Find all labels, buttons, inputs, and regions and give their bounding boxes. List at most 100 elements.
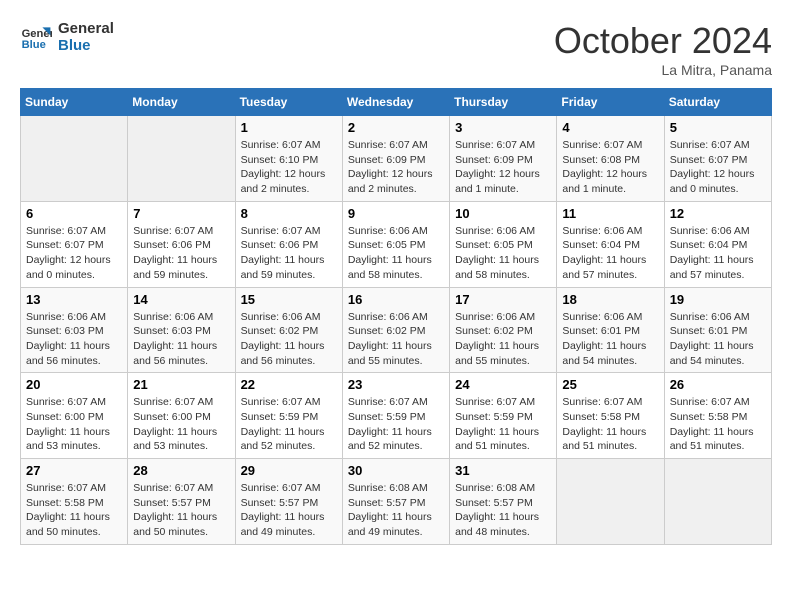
day-detail: Sunrise: 6:07 AMSunset: 6:08 PMDaylight:… xyxy=(562,138,658,197)
calendar-cell: 25 Sunrise: 6:07 AMSunset: 5:58 PMDayligh… xyxy=(557,373,664,459)
day-detail: Sunrise: 6:07 AMSunset: 5:59 PMDaylight:… xyxy=(348,395,444,454)
page-header: General Blue General Blue October 2024 L… xyxy=(20,20,772,78)
calendar-cell: 10 Sunrise: 6:06 AMSunset: 6:05 PMDayligh… xyxy=(450,201,557,287)
day-number: 12 xyxy=(670,206,766,221)
day-detail: Sunrise: 6:07 AMSunset: 5:58 PMDaylight:… xyxy=(26,481,122,540)
day-detail: Sunrise: 6:07 AMSunset: 5:58 PMDaylight:… xyxy=(562,395,658,454)
logo: General Blue General Blue xyxy=(20,20,114,54)
day-number: 28 xyxy=(133,463,229,478)
calendar-cell: 17 Sunrise: 6:06 AMSunset: 6:02 PMDayligh… xyxy=(450,287,557,373)
calendar-cell: 21 Sunrise: 6:07 AMSunset: 6:00 PMDayligh… xyxy=(128,373,235,459)
day-detail: Sunrise: 6:07 AMSunset: 5:59 PMDaylight:… xyxy=(241,395,337,454)
calendar-cell: 18 Sunrise: 6:06 AMSunset: 6:01 PMDayligh… xyxy=(557,287,664,373)
day-detail: Sunrise: 6:07 AMSunset: 6:10 PMDaylight:… xyxy=(241,138,337,197)
calendar-cell: 9 Sunrise: 6:06 AMSunset: 6:05 PMDaylight… xyxy=(342,201,449,287)
calendar-cell xyxy=(557,459,664,545)
day-detail: Sunrise: 6:06 AMSunset: 6:05 PMDaylight:… xyxy=(455,224,551,283)
calendar-cell: 15Sunrise: 6:06 AMSunset: 6:02 PMDayligh… xyxy=(235,287,342,373)
day-detail: Sunrise: 6:07 AMSunset: 6:09 PMDaylight:… xyxy=(455,138,551,197)
day-header-thursday: Thursday xyxy=(450,89,557,116)
day-detail: Sunrise: 6:06 AMSunset: 6:05 PMDaylight:… xyxy=(348,224,444,283)
day-header-monday: Monday xyxy=(128,89,235,116)
day-number: 25 xyxy=(562,377,658,392)
day-detail: Sunrise: 6:08 AMSunset: 5:57 PMDaylight:… xyxy=(455,481,551,540)
calendar-cell: 31 Sunrise: 6:08 AMSunset: 5:57 PMDayligh… xyxy=(450,459,557,545)
calendar-week-3: 13Sunrise: 6:06 AMSunset: 6:03 PMDayligh… xyxy=(21,287,772,373)
calendar-cell: 12 Sunrise: 6:06 AMSunset: 6:04 PMDayligh… xyxy=(664,201,771,287)
calendar-cell: 7Sunrise: 6:07 AMSunset: 6:06 PMDaylight… xyxy=(128,201,235,287)
svg-text:Blue: Blue xyxy=(22,39,46,51)
calendar-cell: 27 Sunrise: 6:07 AMSunset: 5:58 PMDayligh… xyxy=(21,459,128,545)
calendar-cell: 6 Sunrise: 6:07 AMSunset: 6:07 PMDaylight… xyxy=(21,201,128,287)
calendar-cell: 23 Sunrise: 6:07 AMSunset: 5:59 PMDayligh… xyxy=(342,373,449,459)
calendar-cell: 30Sunrise: 6:08 AMSunset: 5:57 PMDayligh… xyxy=(342,459,449,545)
day-number: 1 xyxy=(241,120,337,135)
day-detail: Sunrise: 6:07 AMSunset: 6:07 PMDaylight:… xyxy=(670,138,766,197)
calendar-body: 1 Sunrise: 6:07 AMSunset: 6:10 PMDaylight… xyxy=(21,116,772,545)
calendar-week-1: 1 Sunrise: 6:07 AMSunset: 6:10 PMDaylight… xyxy=(21,116,772,202)
day-detail: Sunrise: 6:06 AMSunset: 6:03 PMDaylight:… xyxy=(26,310,122,369)
day-number: 21 xyxy=(133,377,229,392)
calendar-cell: 28 Sunrise: 6:07 AMSunset: 5:57 PMDayligh… xyxy=(128,459,235,545)
day-detail: Sunrise: 6:06 AMSunset: 6:04 PMDaylight:… xyxy=(562,224,658,283)
calendar-cell: 11 Sunrise: 6:06 AMSunset: 6:04 PMDayligh… xyxy=(557,201,664,287)
day-header-saturday: Saturday xyxy=(664,89,771,116)
day-detail: Sunrise: 6:07 AMSunset: 6:09 PMDaylight:… xyxy=(348,138,444,197)
calendar-cell: 5 Sunrise: 6:07 AMSunset: 6:07 PMDaylight… xyxy=(664,116,771,202)
calendar-week-5: 27 Sunrise: 6:07 AMSunset: 5:58 PMDayligh… xyxy=(21,459,772,545)
calendar-header-row: SundayMondayTuesdayWednesdayThursdayFrid… xyxy=(21,89,772,116)
day-number: 4 xyxy=(562,120,658,135)
day-number: 31 xyxy=(455,463,551,478)
calendar-cell: 13Sunrise: 6:06 AMSunset: 6:03 PMDayligh… xyxy=(21,287,128,373)
day-detail: Sunrise: 6:07 AMSunset: 5:57 PMDaylight:… xyxy=(133,481,229,540)
calendar-cell: 3 Sunrise: 6:07 AMSunset: 6:09 PMDaylight… xyxy=(450,116,557,202)
calendar-cell: 1 Sunrise: 6:07 AMSunset: 6:10 PMDaylight… xyxy=(235,116,342,202)
day-detail: Sunrise: 6:07 AMSunset: 5:57 PMDaylight:… xyxy=(241,481,337,540)
day-detail: Sunrise: 6:07 AMSunset: 5:59 PMDaylight:… xyxy=(455,395,551,454)
day-detail: Sunrise: 6:06 AMSunset: 6:01 PMDaylight:… xyxy=(670,310,766,369)
day-number: 17 xyxy=(455,292,551,307)
day-number: 11 xyxy=(562,206,658,221)
day-number: 16 xyxy=(348,292,444,307)
day-detail: Sunrise: 6:06 AMSunset: 6:01 PMDaylight:… xyxy=(562,310,658,369)
day-detail: Sunrise: 6:07 AMSunset: 6:00 PMDaylight:… xyxy=(133,395,229,454)
day-detail: Sunrise: 6:07 AMSunset: 6:06 PMDaylight:… xyxy=(241,224,337,283)
calendar-cell: 2 Sunrise: 6:07 AMSunset: 6:09 PMDaylight… xyxy=(342,116,449,202)
day-number: 23 xyxy=(348,377,444,392)
day-detail: Sunrise: 6:06 AMSunset: 6:02 PMDaylight:… xyxy=(455,310,551,369)
calendar-week-2: 6 Sunrise: 6:07 AMSunset: 6:07 PMDaylight… xyxy=(21,201,772,287)
calendar-cell xyxy=(664,459,771,545)
calendar-cell: 19 Sunrise: 6:06 AMSunset: 6:01 PMDayligh… xyxy=(664,287,771,373)
day-number: 10 xyxy=(455,206,551,221)
day-detail: Sunrise: 6:07 AMSunset: 6:06 PMDaylight:… xyxy=(133,224,229,283)
day-number: 19 xyxy=(670,292,766,307)
day-number: 24 xyxy=(455,377,551,392)
day-number: 27 xyxy=(26,463,122,478)
calendar-cell: 4 Sunrise: 6:07 AMSunset: 6:08 PMDaylight… xyxy=(557,116,664,202)
calendar-cell xyxy=(21,116,128,202)
day-header-tuesday: Tuesday xyxy=(235,89,342,116)
day-number: 20 xyxy=(26,377,122,392)
calendar-cell: 20Sunrise: 6:07 AMSunset: 6:00 PMDayligh… xyxy=(21,373,128,459)
calendar-cell: 16Sunrise: 6:06 AMSunset: 6:02 PMDayligh… xyxy=(342,287,449,373)
day-number: 2 xyxy=(348,120,444,135)
day-number: 18 xyxy=(562,292,658,307)
day-header-sunday: Sunday xyxy=(21,89,128,116)
day-detail: Sunrise: 6:06 AMSunset: 6:02 PMDaylight:… xyxy=(241,310,337,369)
calendar-table: SundayMondayTuesdayWednesdayThursdayFrid… xyxy=(20,88,772,545)
day-detail: Sunrise: 6:06 AMSunset: 6:04 PMDaylight:… xyxy=(670,224,766,283)
day-number: 6 xyxy=(26,206,122,221)
day-number: 5 xyxy=(670,120,766,135)
day-number: 8 xyxy=(241,206,337,221)
day-number: 9 xyxy=(348,206,444,221)
day-detail: Sunrise: 6:08 AMSunset: 5:57 PMDaylight:… xyxy=(348,481,444,540)
day-header-wednesday: Wednesday xyxy=(342,89,449,116)
calendar-cell: 14Sunrise: 6:06 AMSunset: 6:03 PMDayligh… xyxy=(128,287,235,373)
calendar-cell: 29Sunrise: 6:07 AMSunset: 5:57 PMDayligh… xyxy=(235,459,342,545)
day-number: 3 xyxy=(455,120,551,135)
title-section: October 2024 La Mitra, Panama xyxy=(554,20,772,78)
calendar-cell: 26Sunrise: 6:07 AMSunset: 5:58 PMDayligh… xyxy=(664,373,771,459)
day-detail: Sunrise: 6:07 AMSunset: 5:58 PMDaylight:… xyxy=(670,395,766,454)
day-detail: Sunrise: 6:07 AMSunset: 6:07 PMDaylight:… xyxy=(26,224,122,283)
month-title: October 2024 xyxy=(554,20,772,62)
